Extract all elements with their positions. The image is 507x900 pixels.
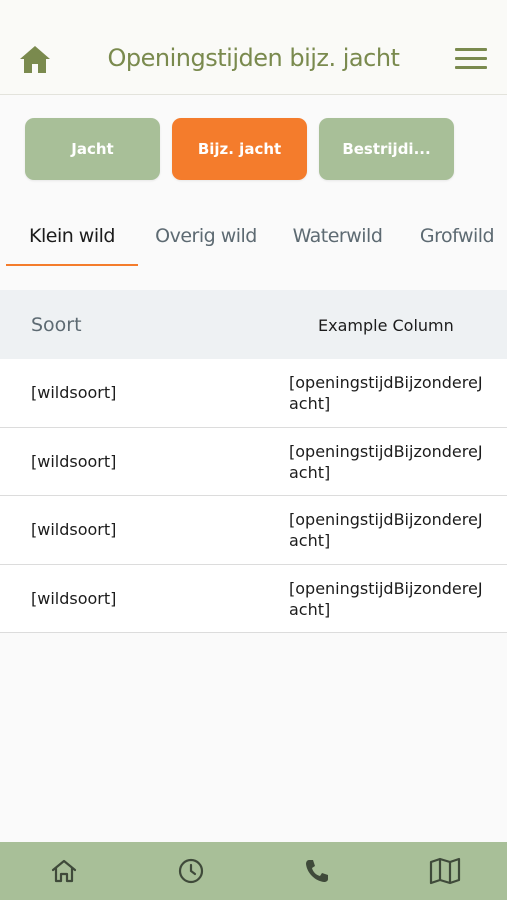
menu-icon[interactable] xyxy=(455,48,487,72)
category-jacht-button[interactable]: Jacht xyxy=(25,118,160,180)
table-header: Soort Example Column xyxy=(0,290,507,359)
bottom-navigation xyxy=(0,842,507,900)
cell-wildsoort: [wildsoort] xyxy=(31,588,117,608)
page-title: Openingstijden bijz. jacht xyxy=(107,44,400,72)
cell-openingstijd: [openingstijdBijzondereJacht] xyxy=(289,510,483,550)
cell-wildsoort: [wildsoort] xyxy=(31,451,117,471)
app-bar: Openingstijden bijz. jacht xyxy=(0,0,507,95)
phone-icon[interactable] xyxy=(302,856,332,886)
cell-openingstijd: [openingstijdBijzondereJacht] xyxy=(289,441,483,482)
table-row[interactable]: [wildsoort] [openingstijdBijzondereJacht… xyxy=(0,564,507,633)
cell-openingstijd: [openingstijdBijzondereJacht] xyxy=(289,373,483,413)
cell-wildsoort: [wildsoort] xyxy=(31,383,117,402)
home-icon[interactable] xyxy=(49,856,79,886)
column-header-soort[interactable]: Soort xyxy=(31,314,82,336)
tab-grofwild[interactable]: Grofwild xyxy=(410,205,504,267)
tab-klein-wild[interactable]: Klein wild xyxy=(6,205,138,267)
cell-wildsoort: [wildsoort] xyxy=(31,520,117,539)
map-icon[interactable] xyxy=(428,856,462,886)
category-bijz-jacht-button[interactable]: Bijz. jacht xyxy=(172,118,307,180)
active-tab-indicator xyxy=(6,264,138,266)
openingstijden-table: Soort Example Column [wildsoort] [openin… xyxy=(0,290,507,633)
tab-waterwild[interactable]: Waterwild xyxy=(280,205,395,267)
wild-tabs: Klein wild Overig wild Waterwild Grofwil… xyxy=(0,205,507,267)
clock-icon[interactable] xyxy=(176,856,206,886)
category-bestrijding-button[interactable]: Bestrijdi... xyxy=(319,118,454,180)
table-row[interactable]: [wildsoort] [openingstijdBijzondereJacht… xyxy=(0,359,507,428)
tab-overig-wild[interactable]: Overig wild xyxy=(144,205,268,267)
table-row[interactable]: [wildsoort] [openingstijdBijzondereJacht… xyxy=(0,496,507,565)
table-row[interactable]: [wildsoort] [openingstijdBijzondereJacht… xyxy=(0,427,507,496)
column-header-example[interactable]: Example Column xyxy=(318,316,454,335)
cell-openingstijd: [openingstijdBijzondereJacht] xyxy=(289,578,483,619)
